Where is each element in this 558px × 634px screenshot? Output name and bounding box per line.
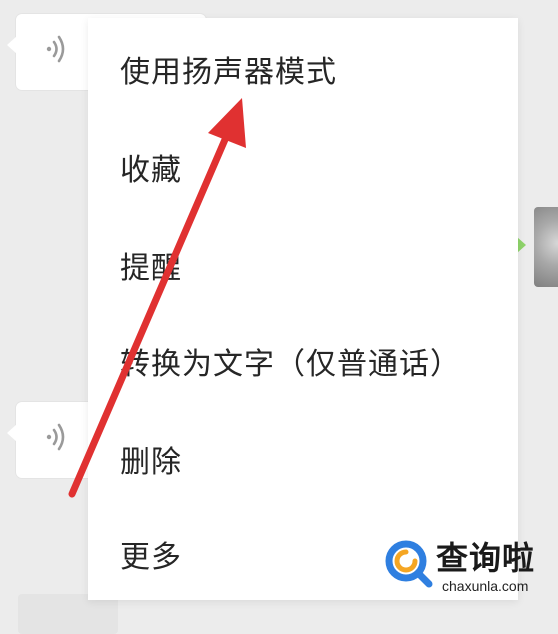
- menu-item-favorite[interactable]: 收藏: [88, 118, 518, 216]
- voice-wave-icon: [46, 35, 65, 63]
- watermark-title: 查询啦: [436, 539, 536, 577]
- watermark: 查询啦 chaxunla.com: [382, 533, 552, 603]
- menu-item-convert-to-text[interactable]: 转换为文字（仅普通话）: [88, 312, 518, 410]
- menu-item-remind[interactable]: 提醒: [88, 216, 518, 314]
- voice-wave-icon: [46, 423, 65, 451]
- avatar[interactable]: [534, 207, 558, 287]
- menu-item-speaker-mode[interactable]: 使用扬声器模式: [88, 20, 518, 118]
- message-context-menu: 使用扬声器模式 收藏 提醒 转换为文字（仅普通话） 删除 更多: [88, 18, 518, 600]
- watermark-domain: chaxunla.com: [442, 578, 529, 594]
- sent-bubble-tail: [517, 237, 526, 253]
- menu-item-delete[interactable]: 删除: [88, 410, 518, 508]
- magnifier-logo-icon: [385, 540, 433, 588]
